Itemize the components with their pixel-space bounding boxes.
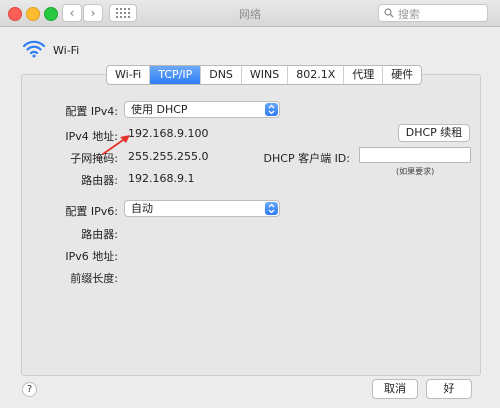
interface-name: Wi-Fi: [53, 44, 80, 57]
ipv6-address-label: IPv6 地址:: [65, 250, 118, 263]
tab-wins[interactable]: WINS: [242, 66, 289, 84]
prefix-length-label: 前缀长度:: [70, 272, 118, 285]
configure-ipv4-select[interactable]: 使用 DHCP: [124, 101, 280, 118]
ipv4-router-value: 192.168.9.1: [128, 172, 195, 185]
subnet-mask-value: 255.255.255.0: [128, 150, 209, 163]
renew-dhcp-button[interactable]: DHCP 续租: [398, 124, 470, 142]
annotation-arrow-icon: [102, 135, 130, 155]
ipv4-router-label: 路由器:: [81, 174, 118, 187]
search-icon: [384, 8, 394, 18]
search-placeholder: 搜索: [398, 8, 420, 21]
tab-tcpip[interactable]: TCP/IP: [150, 66, 202, 84]
settings-panel: [21, 74, 481, 376]
title-bar: ‹ › 网络 搜索: [0, 0, 500, 27]
configure-ipv6-value: 自动: [131, 202, 153, 215]
configure-ipv6-label: 配置 IPv6:: [65, 205, 118, 218]
search-input[interactable]: 搜索: [378, 4, 488, 22]
dhcp-client-id-label: DHCP 客户端 ID:: [263, 152, 350, 165]
ipv6-router-label: 路由器:: [81, 228, 118, 241]
ok-button[interactable]: 好: [426, 379, 472, 399]
cancel-button[interactable]: 取消: [372, 379, 418, 399]
tab-bar: Wi-Fi TCP/IP DNS WINS 802.1X 代理 硬件: [106, 65, 423, 85]
dhcp-client-id-input[interactable]: [359, 147, 471, 163]
ipv4-address-value: 192.168.9.100: [128, 127, 209, 140]
configure-ipv4-value: 使用 DHCP: [131, 103, 188, 116]
tab-dns[interactable]: DNS: [201, 66, 242, 84]
tab-hardware[interactable]: 硬件: [383, 66, 421, 84]
configure-ipv4-label: 配置 IPv4:: [65, 105, 118, 118]
dhcp-client-id-hint: (如果要求): [396, 167, 435, 176]
tab-8021x[interactable]: 802.1X: [288, 66, 345, 84]
tab-wifi[interactable]: Wi-Fi: [107, 66, 151, 84]
help-button[interactable]: ?: [22, 382, 37, 397]
select-arrows-icon: [265, 103, 278, 116]
select-arrows-icon: [265, 202, 278, 215]
configure-ipv6-select[interactable]: 自动: [124, 200, 280, 217]
tab-proxy[interactable]: 代理: [344, 66, 384, 84]
wifi-icon: [22, 40, 46, 58]
